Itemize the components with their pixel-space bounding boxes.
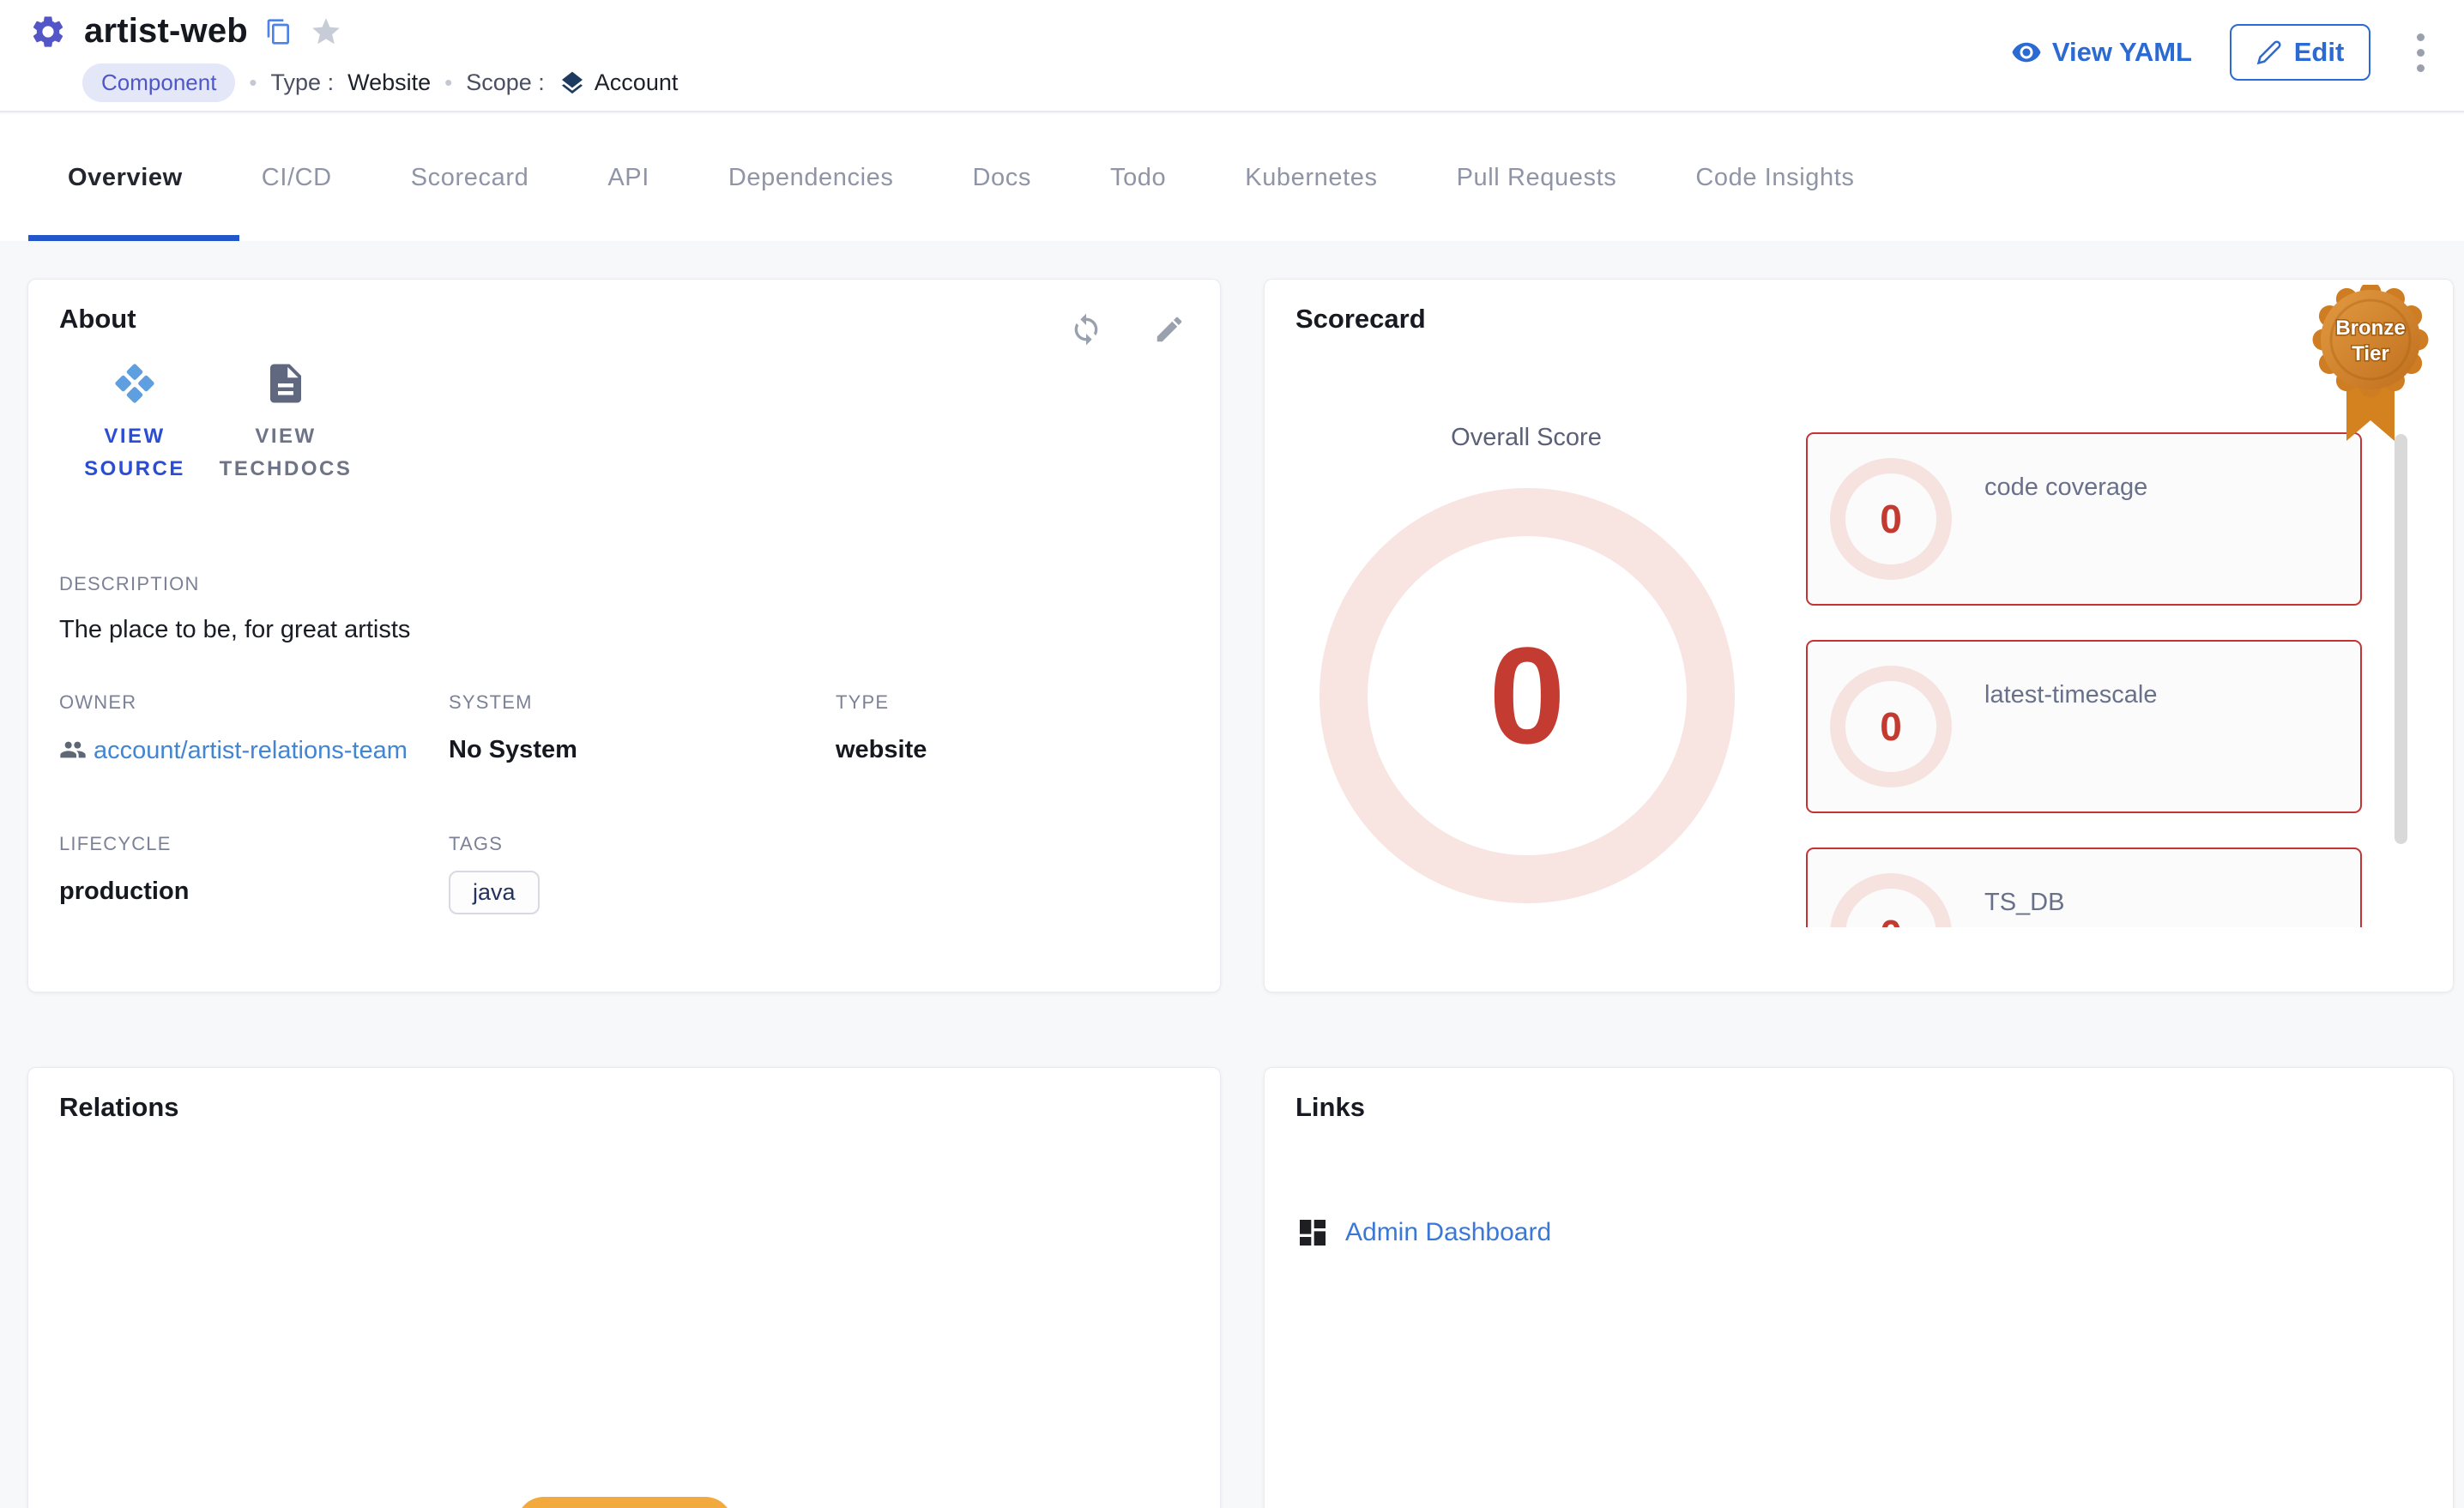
tab-docs[interactable]: Docs (933, 114, 1070, 241)
badge-line2: Tier (2352, 342, 2389, 365)
pencil-icon (2256, 39, 2282, 65)
view-source-button[interactable]: VIEW SOURCE (80, 360, 190, 486)
links-card: Links Admin Dashboard (1264, 1067, 2454, 1508)
system-field: SYSTEM No System (449, 691, 577, 764)
dashboard-icon (1295, 1215, 1330, 1250)
type-value: Website (347, 69, 431, 96)
relations-card-title: Relations (59, 1092, 179, 1123)
active-tab-indicator (28, 235, 239, 241)
scope-group: Account (559, 69, 679, 97)
view-techdocs-label: VIEW TECHDOCS (215, 420, 356, 486)
type-field-label: TYPE (836, 691, 927, 714)
edit-about-icon[interactable] (1153, 312, 1186, 347)
link-label: Admin Dashboard (1345, 1218, 1551, 1247)
more-options-menu[interactable] (2408, 28, 2433, 77)
rule-name: latest-timescale (1984, 681, 2157, 709)
view-techdocs-button[interactable]: VIEW TECHDOCS (215, 360, 356, 486)
scorecard-rules-list: 0 code coverage 0 latest-timescale 0 TS_… (1806, 432, 2362, 927)
tab-cicd[interactable]: CI/CD (222, 114, 371, 241)
rule-score-donut: 0 (1830, 458, 1952, 580)
title-row: artist-web (29, 12, 342, 51)
owner-label: OWNER (59, 691, 437, 714)
eye-icon (2011, 37, 2042, 68)
lifecycle-value: production (59, 878, 189, 906)
meta-separator: • (249, 69, 257, 96)
overall-score-donut: 0 (1320, 488, 1735, 903)
entity-meta-row: Component • Type : Website • Scope : Acc… (82, 63, 678, 102)
rule-name: code coverage (1984, 474, 2147, 502)
badge-line1: Bronze (2335, 317, 2405, 340)
owner-link[interactable]: account/artist-relations-team (94, 733, 437, 769)
refresh-icon[interactable] (1069, 312, 1103, 347)
tab-api[interactable]: API (568, 114, 689, 241)
scorecard-card-title: Scorecard (1295, 304, 1426, 335)
view-yaml-button[interactable]: View YAML (2011, 37, 2192, 68)
tags-field: TAGS java (449, 833, 540, 914)
tab-scorecard[interactable]: Scorecard (371, 114, 569, 241)
scope-value: Account (595, 69, 679, 96)
type-field: TYPE website (836, 691, 927, 764)
type-label: Type : (271, 69, 335, 96)
about-card-actions (1069, 312, 1186, 347)
rule-card-latest-timescale[interactable]: 0 latest-timescale (1806, 640, 2362, 813)
layers-icon (559, 69, 586, 97)
relations-action-button[interactable] (516, 1497, 733, 1508)
scorecard-card: Scorecard Overall Score 0 0 code coverag… (1264, 279, 2454, 992)
entity-tabbar: Overview CI/CD Scorecard API Dependencie… (0, 114, 2464, 241)
description-field: DESCRIPTION The place to be, for great a… (59, 573, 410, 644)
entity-page: artist-web Component • Type : Website • … (0, 0, 2464, 1508)
tab-code-insights[interactable]: Code Insights (1656, 114, 1893, 241)
lifecycle-label: LIFECYCLE (59, 833, 189, 855)
techdocs-file-icon (263, 360, 309, 407)
link-item-admin-dashboard[interactable]: Admin Dashboard (1295, 1215, 1551, 1250)
favorite-star-icon[interactable] (310, 15, 342, 48)
rule-card-code-coverage[interactable]: 0 code coverage (1806, 432, 2362, 606)
edit-button-label: Edit (2294, 37, 2345, 68)
rule-score-value: 0 (1880, 496, 1902, 542)
kind-chip[interactable]: Component (82, 63, 235, 102)
about-card: About VIEW SOURCE VIEW TECHDOCS DESCRIPT… (27, 279, 1221, 992)
view-source-label: VIEW SOURCE (80, 420, 190, 486)
source-diamond-icon (112, 360, 158, 407)
meta-separator: • (444, 69, 452, 96)
edit-button[interactable]: Edit (2230, 24, 2370, 81)
tab-pull-requests[interactable]: Pull Requests (1417, 114, 1657, 241)
owner-field: OWNER account/artist-relations-team (59, 691, 437, 769)
scope-label: Scope : (466, 69, 545, 96)
overall-score-value: 0 (1489, 617, 1566, 775)
relations-card: Relations (27, 1067, 1221, 1508)
copy-entity-name-icon[interactable] (265, 18, 293, 45)
rule-score-value: 0 (1880, 703, 1902, 750)
links-card-title: Links (1295, 1092, 1365, 1123)
overall-score-label: Overall Score (1355, 424, 1698, 452)
rule-card-ts-db[interactable]: 0 TS_DB (1806, 847, 2362, 927)
rules-scrollbar[interactable] (2395, 434, 2407, 844)
type-field-value: website (836, 736, 927, 764)
system-label: SYSTEM (449, 691, 577, 714)
description-value: The place to be, for great artists (59, 616, 410, 644)
tab-todo[interactable]: Todo (1071, 114, 1205, 241)
page-title: artist-web (84, 12, 248, 51)
tab-dependencies[interactable]: Dependencies (689, 114, 933, 241)
lifecycle-field: LIFECYCLE production (59, 833, 189, 906)
rule-score-donut: 0 (1830, 873, 1952, 927)
page-header: artist-web Component • Type : Website • … (0, 0, 2464, 112)
rule-score-value: 0 (1880, 911, 1902, 927)
view-yaml-label: View YAML (2052, 37, 2192, 68)
rule-score-donut: 0 (1830, 666, 1952, 787)
tag-chip-java[interactable]: java (449, 871, 540, 914)
about-card-title: About (59, 304, 136, 335)
bronze-tier-badge: Bronze Tier (2310, 285, 2431, 446)
component-gear-icon (29, 13, 67, 51)
tab-kubernetes[interactable]: Kubernetes (1205, 114, 1416, 241)
tab-overview[interactable]: Overview (28, 114, 222, 241)
group-icon (59, 736, 87, 763)
system-value: No System (449, 736, 577, 764)
description-label: DESCRIPTION (59, 573, 410, 595)
tags-label: TAGS (449, 833, 540, 855)
rule-name: TS_DB (1984, 889, 2064, 917)
header-actions: View YAML Edit (2011, 24, 2433, 81)
